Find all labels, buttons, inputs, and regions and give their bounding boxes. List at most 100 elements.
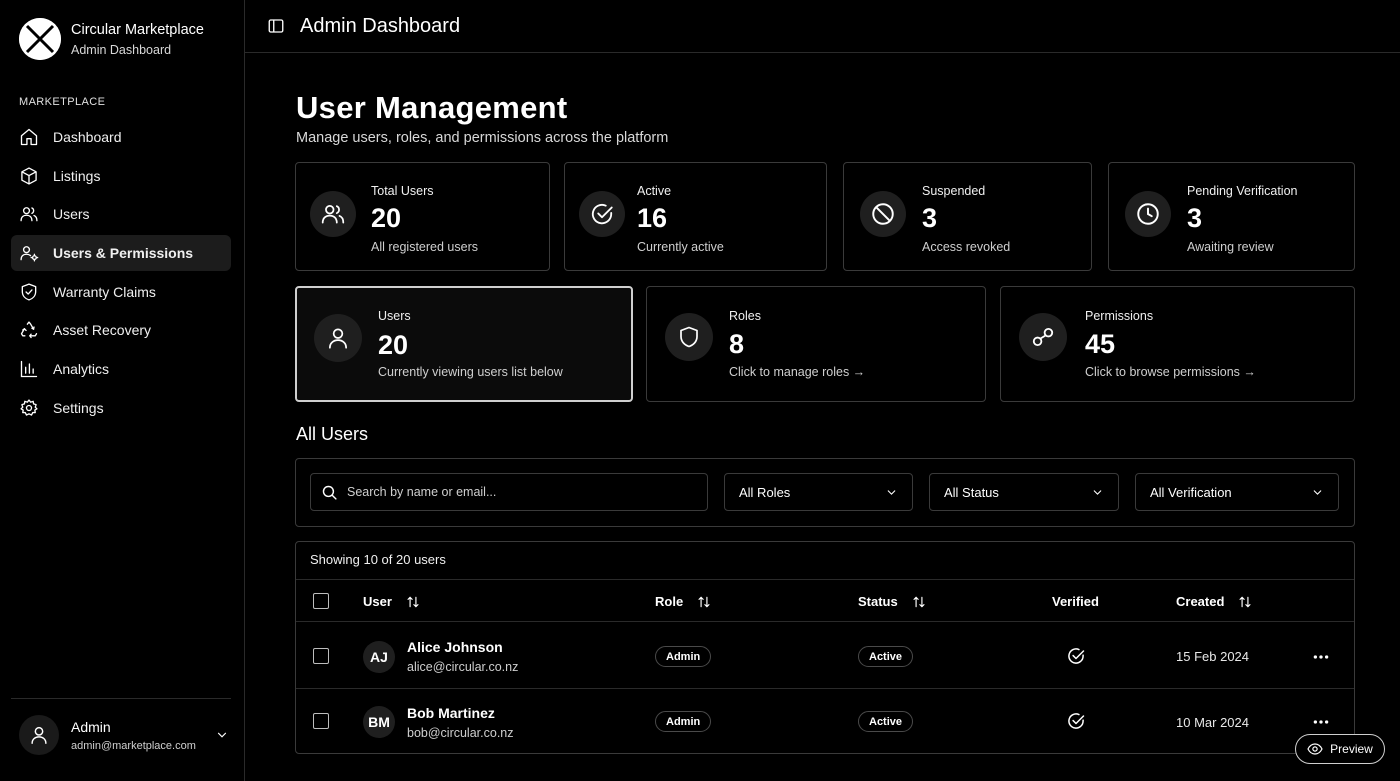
- section-heading: All Users: [296, 424, 369, 444]
- sidebar-item-warranty-claims[interactable]: Warranty Claims: [11, 274, 231, 310]
- page-subtitle: Manage users, roles, and permissions acr…: [296, 130, 669, 146]
- account-email: admin@marketplace.com: [71, 739, 196, 752]
- stat-label: Pending Verification: [1187, 184, 1298, 198]
- table-row[interactable]: AJ Alice Johnson alice@circular.co.nz Ad…: [296, 623, 1354, 689]
- users-icon: [19, 204, 39, 224]
- user-name: Alice Johnson: [407, 639, 503, 655]
- stat-value: 20: [371, 203, 402, 233]
- sidebar-toggle-icon[interactable]: [265, 15, 287, 37]
- sort-icon: [406, 595, 420, 609]
- clock-icon: [1125, 191, 1171, 237]
- sidebar-nav: Dashboard Listings Users Users & Permiss…: [11, 119, 231, 429]
- sidebar-item-label: Settings: [53, 399, 104, 416]
- select-value: All Verification: [1150, 484, 1232, 500]
- select-value: All Status: [944, 484, 999, 500]
- sidebar-item-label: Users & Permissions: [53, 245, 194, 262]
- chevron-down-icon: [1311, 486, 1324, 499]
- stat-card-suspended: Suspended 3 Access revoked: [843, 162, 1092, 271]
- sidebar-item-listings[interactable]: Listings: [11, 158, 231, 194]
- sidebar-item-label: Listings: [53, 167, 101, 184]
- sidebar-item-label: Dashboard: [53, 129, 122, 145]
- shield-icon: [665, 313, 713, 361]
- nav-card-value: 45: [1085, 329, 1116, 359]
- account-menu[interactable]: Admin admin@marketplace.com: [19, 715, 229, 755]
- more-options-icon[interactable]: [1312, 648, 1330, 671]
- key-icon: [1019, 313, 1067, 361]
- verification-filter-select[interactable]: All Verification: [1135, 473, 1339, 511]
- chevron-down-icon: [885, 486, 898, 499]
- search-icon: [321, 484, 338, 501]
- table-header: User Role Status Verified Created: [296, 579, 1354, 622]
- shield-check-icon: [19, 282, 39, 302]
- select-value: All Roles: [739, 484, 791, 500]
- sidebar-item-label: Analytics: [53, 361, 110, 378]
- sidebar-item-analytics[interactable]: Analytics: [11, 351, 231, 387]
- nav-card-desc[interactable]: Click to browse permissions →: [1085, 365, 1256, 379]
- stat-card-pending: Pending Verification 3 Awaiting review: [1108, 162, 1355, 271]
- column-role[interactable]: Role: [655, 594, 711, 609]
- nav-card-roles[interactable]: Roles 8 Click to manage roles →: [646, 286, 986, 402]
- sort-icon: [697, 595, 711, 609]
- sort-icon: [1238, 595, 1252, 609]
- sidebar-item-dashboard[interactable]: Dashboard: [11, 119, 231, 155]
- brand-title: Circular Marketplace: [71, 21, 204, 38]
- search-box[interactable]: [310, 473, 708, 511]
- nav-card-desc[interactable]: Click to manage roles →: [729, 365, 865, 379]
- brand-logo-icon: [19, 18, 61, 60]
- nav-card-value: 8: [729, 329, 745, 359]
- row-checkbox[interactable]: [313, 648, 329, 664]
- nav-card-label: Permissions: [1085, 309, 1154, 323]
- preview-button[interactable]: Preview: [1295, 734, 1385, 764]
- select-all-checkbox[interactable]: [313, 593, 329, 609]
- column-created[interactable]: Created: [1176, 594, 1252, 609]
- gear-icon: [19, 398, 39, 418]
- column-label: Verified: [1052, 594, 1099, 609]
- nav-card-permissions[interactable]: Permissions 45 Click to browse permissio…: [1000, 286, 1355, 402]
- sidebar-item-asset-recovery[interactable]: Asset Recovery: [11, 312, 231, 348]
- user-email: bob@circular.co.nz: [407, 726, 514, 740]
- chevron-down-icon[interactable]: [215, 728, 229, 742]
- nav-card-users[interactable]: Users 20 Currently viewing users list be…: [295, 286, 633, 402]
- avatar: [19, 715, 59, 755]
- stat-desc: Access revoked: [922, 240, 1011, 254]
- nav-card-desc: Currently viewing users list below: [378, 365, 563, 379]
- more-options-icon[interactable]: [1312, 713, 1330, 736]
- sidebar: Circular Marketplace Admin Dashboard MAR…: [0, 0, 245, 781]
- status-badge: Active: [858, 646, 914, 667]
- sidebar-item-users-permissions[interactable]: Users & Permissions: [11, 235, 231, 272]
- status-filter-select[interactable]: All Status: [929, 473, 1119, 511]
- avatar: BM: [363, 706, 395, 738]
- row-checkbox[interactable]: [313, 713, 329, 729]
- brand[interactable]: Circular Marketplace Admin Dashboard: [19, 18, 204, 60]
- verified-check-icon: [1066, 711, 1086, 736]
- search-input[interactable]: [347, 485, 687, 499]
- users-icon: [310, 191, 356, 237]
- column-label: User: [363, 594, 392, 609]
- stat-label: Total Users: [371, 184, 434, 198]
- column-label: Status: [858, 594, 898, 609]
- user-name: Bob Martinez: [407, 705, 495, 721]
- column-user[interactable]: User: [363, 594, 420, 609]
- ban-icon: [860, 191, 906, 237]
- check-circle-icon: [579, 191, 625, 237]
- users-table: Showing 10 of 20 users User Role Status …: [295, 541, 1355, 754]
- nav-card-label: Roles: [729, 309, 761, 323]
- role-badge: Admin: [655, 646, 712, 667]
- user-cog-icon: [19, 243, 39, 263]
- stat-value: 3: [1187, 203, 1203, 233]
- sidebar-item-users[interactable]: Users: [11, 196, 231, 232]
- stat-desc: Currently active: [637, 240, 724, 254]
- filter-bar: All Roles All Status All Verification: [295, 458, 1355, 527]
- home-icon: [19, 127, 39, 147]
- brand-subtitle: Admin Dashboard: [71, 42, 172, 57]
- avatar: AJ: [363, 641, 395, 673]
- sidebar-divider: [11, 698, 231, 699]
- account-name: Admin: [71, 718, 111, 735]
- stat-label: Suspended: [922, 184, 986, 198]
- stat-card-active: Active 16 Currently active: [564, 162, 827, 271]
- created-date: 10 Mar 2024: [1176, 715, 1249, 730]
- roles-filter-select[interactable]: All Roles: [724, 473, 913, 511]
- column-status[interactable]: Status: [858, 594, 926, 609]
- sidebar-item-settings[interactable]: Settings: [11, 390, 231, 426]
- table-row[interactable]: BM Bob Martinez bob@circular.co.nz Admin…: [296, 689, 1354, 753]
